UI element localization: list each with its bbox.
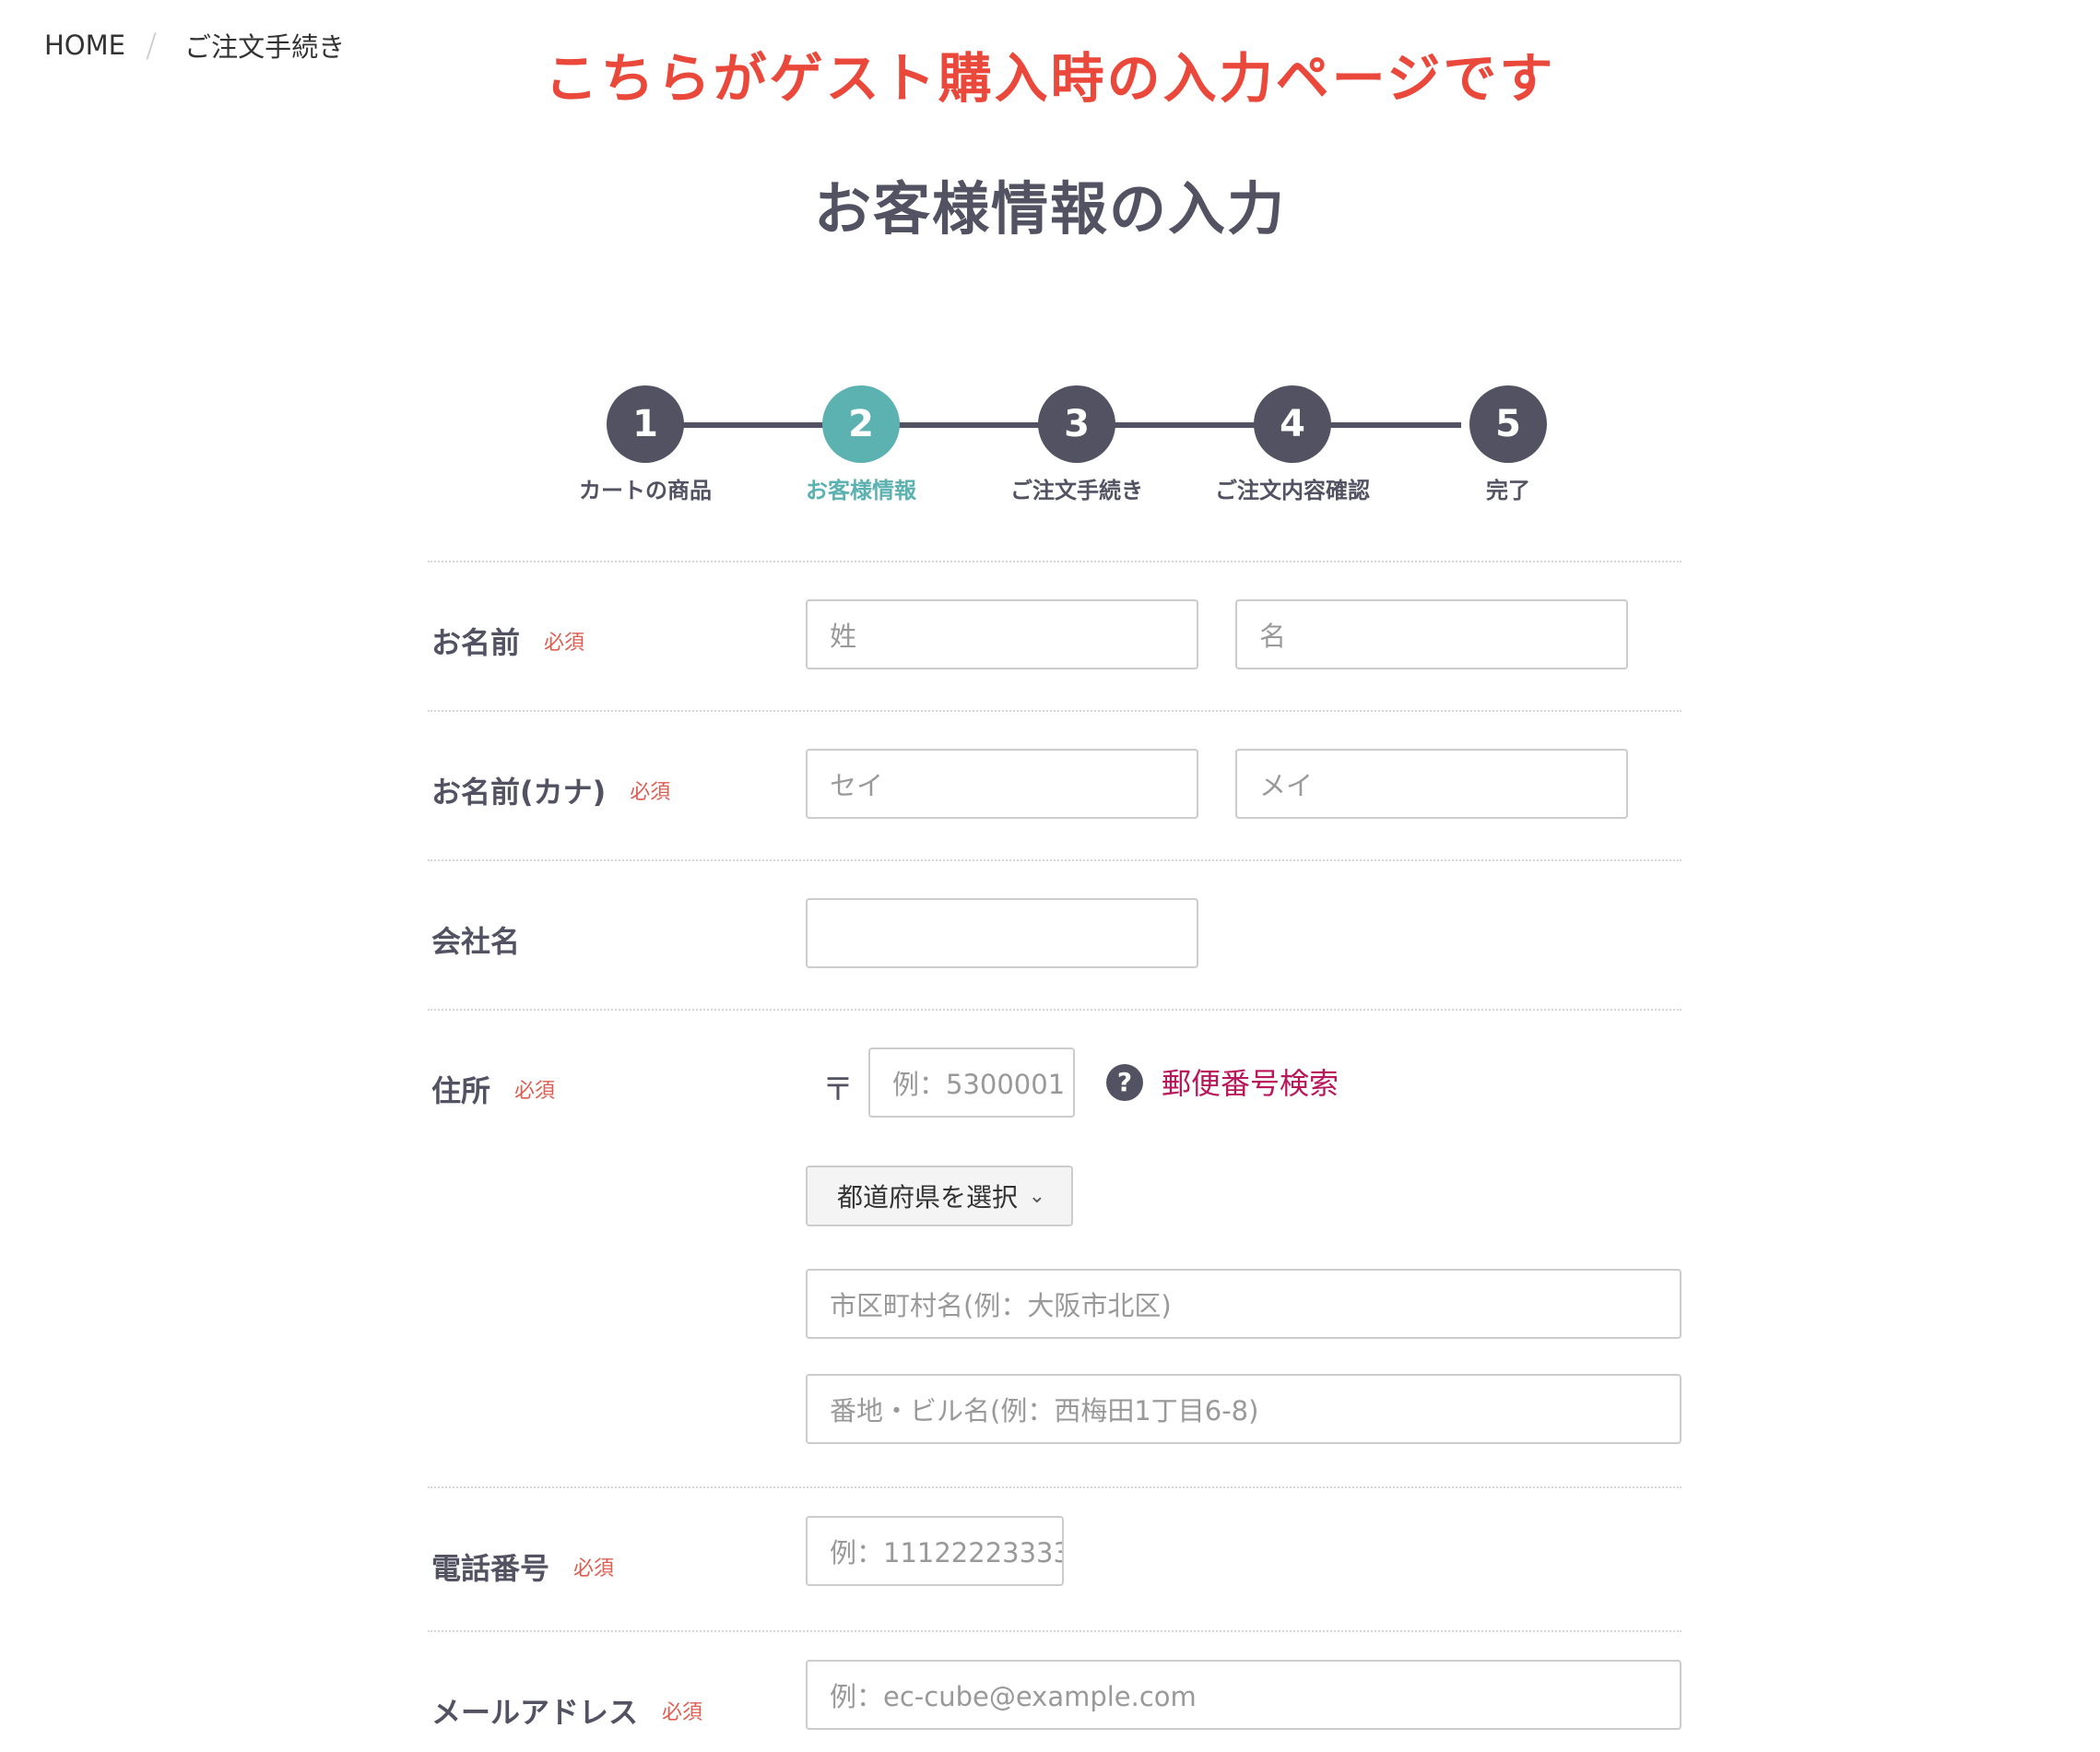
page-title: お客様情報の入力: [813, 175, 1286, 243]
step-cart: 1 カートの商品: [544, 385, 747, 504]
step-label: お客様情報: [806, 478, 916, 503]
required-badge: 必須: [573, 1557, 615, 1580]
step-label: 完了: [1486, 478, 1530, 503]
field-label: 会社名: [431, 924, 521, 959]
required-badge: 必須: [662, 1701, 703, 1724]
zip-search-link[interactable]: 郵便番号検索: [1162, 1060, 1339, 1103]
step-label: ご注文内容確認: [1215, 478, 1370, 503]
street-address-input[interactable]: 番地・ビル名(例：西梅田1丁目6-8): [806, 1374, 1681, 1444]
postal-mark: 〒: [822, 1071, 854, 1108]
required-badge: 必須: [544, 632, 585, 655]
email-input[interactable]: 例：ec-cube@example.com: [806, 1660, 1681, 1730]
form-row-kana: お名前(カナ) 必須 セイ メイ: [428, 710, 1681, 859]
field-label: お名前(カナ): [431, 775, 607, 810]
step-number: 2: [822, 385, 900, 463]
email-row-label: メールアドレス 必須: [431, 1689, 702, 1732]
help-icon[interactable]: ?: [1106, 1064, 1143, 1101]
required-badge: 必須: [630, 781, 671, 804]
postal-code-input[interactable]: 例：5300001: [868, 1048, 1075, 1118]
step-label: カートの商品: [579, 478, 712, 503]
phone-row-label: 電話番号 必須: [431, 1545, 614, 1588]
phone-number-input[interactable]: 例：11122223333: [806, 1516, 1064, 1586]
prefecture-select[interactable]: 都道府県を選択 ⌄: [806, 1166, 1073, 1226]
form-row-phone: 電話番号 必須 例：11122223333: [428, 1486, 1681, 1630]
first-name-input[interactable]: 名: [1235, 599, 1628, 669]
city-input[interactable]: 市区町村名(例：大阪市北区): [806, 1269, 1681, 1339]
kana-row-label: お名前(カナ) 必須: [431, 769, 670, 811]
last-name-kana-input[interactable]: セイ: [806, 749, 1198, 819]
chevron-down-icon: ⌄: [1028, 1184, 1045, 1208]
checkout-steps: 1 カートの商品 2 お客様情報 3 ご注文手続き 4 ご注文内容確認 5 完了: [544, 385, 1558, 505]
step-number: 1: [607, 385, 684, 463]
field-label: 住所: [431, 1073, 491, 1108]
form-row-address: 住所 必須 〒 例：5300001 ? 郵便番号検索 都道府県を選択 ⌄ 市区町…: [428, 1009, 1681, 1486]
step-number: 3: [1038, 385, 1115, 463]
required-badge: 必須: [514, 1080, 556, 1103]
page: HOME / ご注文手続き こちらがゲスト購入時の入力ページです お客様情報の入…: [0, 0, 2100, 1752]
company-name-input[interactable]: [806, 898, 1198, 968]
step-order-confirm: 4 ご注文内容確認: [1191, 385, 1394, 504]
company-row-label: 会社名: [431, 918, 520, 961]
field-label: お名前: [431, 625, 521, 660]
name-row-label: お名前 必須: [431, 620, 584, 662]
field-label: 電話番号: [431, 1551, 550, 1586]
form-row-email: メールアドレス 必須 例：ec-cube@example.com: [428, 1630, 1681, 1752]
form-row-name: お名前 必須 姓 名: [428, 561, 1681, 710]
step-order-procedure: 3 ご注文手続き: [975, 385, 1178, 504]
field-label: メールアドレス: [431, 1695, 639, 1730]
step-number: 5: [1469, 385, 1547, 463]
step-complete: 5 完了: [1407, 385, 1610, 504]
step-number: 4: [1254, 385, 1331, 463]
first-name-kana-input[interactable]: メイ: [1235, 749, 1628, 819]
address-row-label: 住所 必須: [431, 1068, 555, 1110]
prefecture-select-value: 都道府県を選択: [837, 1182, 1019, 1213]
form-row-company: 会社名: [428, 859, 1681, 1009]
guest-notice-banner: こちらがゲスト購入時の入力ページです: [544, 47, 1556, 110]
step-label: ご注文手続き: [1010, 478, 1143, 503]
customer-info-form: お名前 必須 姓 名 お名前(カナ) 必須 セイ メイ 会社名 住所 必須 〒 …: [428, 561, 1681, 1752]
step-customer-info: 2 お客様情報: [760, 385, 962, 504]
last-name-input[interactable]: 姓: [806, 599, 1198, 669]
